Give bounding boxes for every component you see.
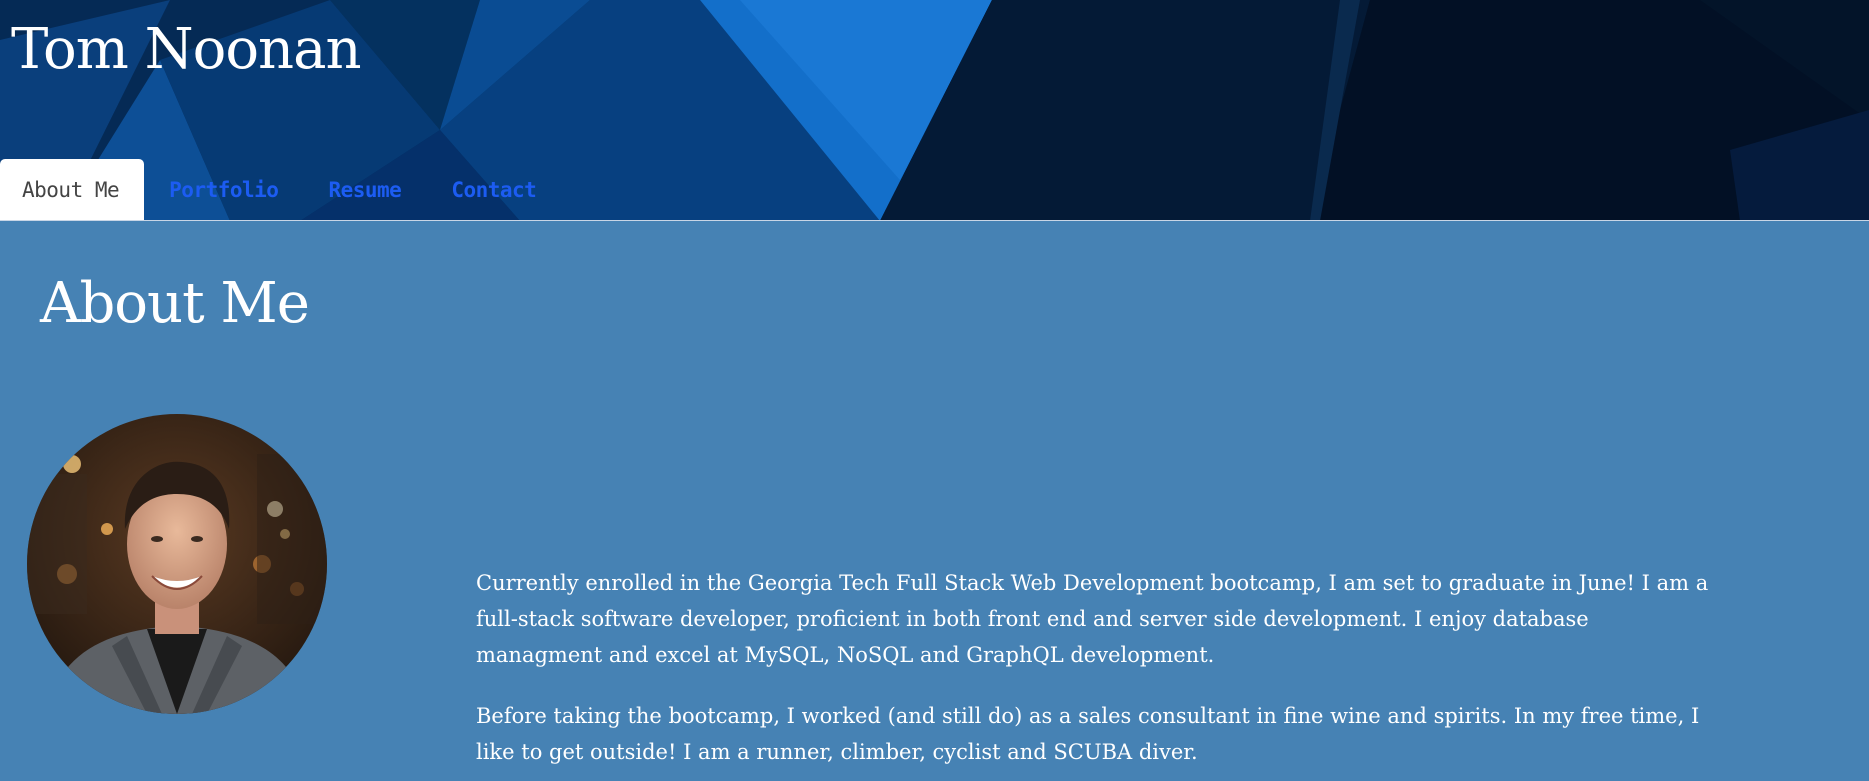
tab-resume[interactable]: Resume bbox=[303, 159, 426, 221]
profile-photo-image bbox=[27, 414, 327, 714]
tab-resume-label: Resume bbox=[328, 178, 402, 202]
bio-paragraph-1: Currently enrolled in the Georgia Tech F… bbox=[476, 571, 1709, 667]
tab-contact-label: Contact bbox=[451, 178, 537, 202]
main-nav: About Me Portfolio Resume Contact bbox=[0, 159, 561, 221]
bio-paragraph-2: Before taking the bootcamp, I worked (an… bbox=[476, 704, 1700, 764]
tab-portfolio[interactable]: Portfolio bbox=[144, 159, 303, 221]
tab-portfolio-label: Portfolio bbox=[169, 178, 279, 202]
site-header: Tom Noonan About Me Portfolio Resume Con… bbox=[0, 0, 1869, 221]
bio-text: Currently enrolled in the Georgia Tech F… bbox=[476, 565, 1721, 781]
about-section: About Me Currently enrolled in the Georg… bbox=[0, 221, 1869, 781]
tab-about-me-label: About Me bbox=[22, 178, 120, 202]
tab-about-me[interactable]: About Me bbox=[0, 159, 145, 221]
section-title: About Me bbox=[40, 271, 310, 336]
tab-contact[interactable]: Contact bbox=[426, 159, 561, 221]
profile-photo bbox=[27, 414, 327, 714]
site-title: Tom Noonan bbox=[11, 17, 362, 82]
